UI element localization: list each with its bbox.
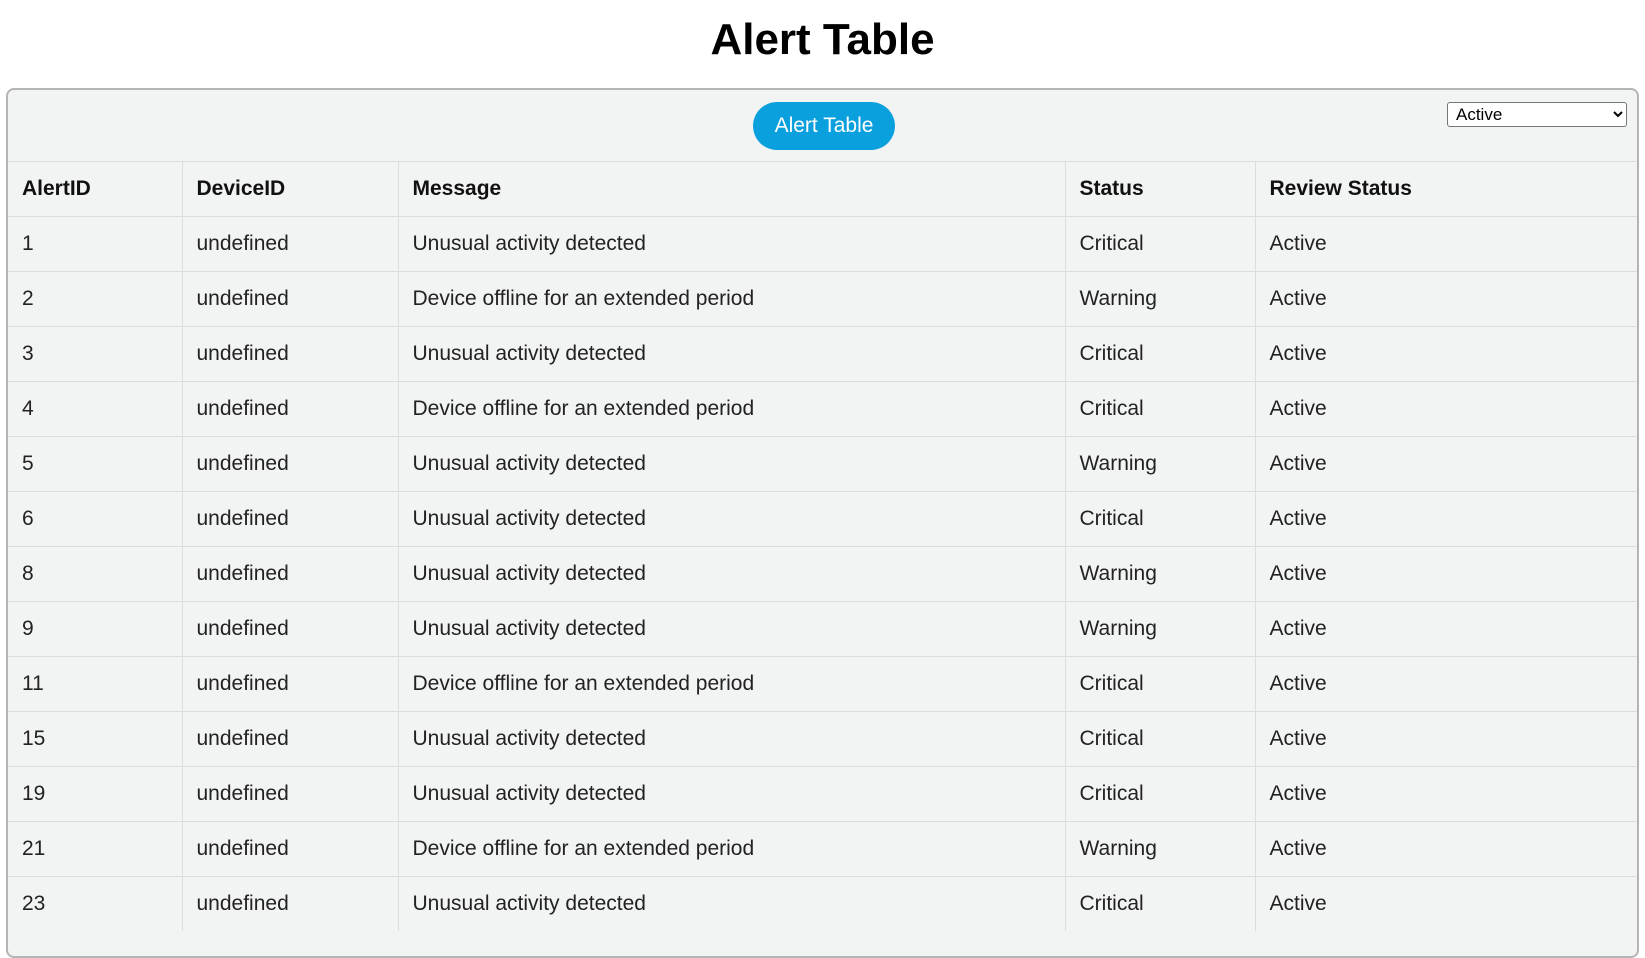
status-cell: Critical xyxy=(1065,491,1256,547)
alert-id-cell: 2 xyxy=(8,271,183,327)
status-cell: Critical xyxy=(1065,656,1256,712)
status-cell: Warning xyxy=(1065,601,1256,657)
alert-panel: Alert Table Active AlertID DeviceID Mess… xyxy=(6,88,1639,958)
review-status-cell: Active xyxy=(1255,436,1637,492)
table-row: 23 undefined Unusual activity detected Crit… xyxy=(8,876,1637,931)
review-status-cell: Active xyxy=(1255,821,1637,877)
alert-id-cell: 1 xyxy=(8,216,183,272)
status-cell: Critical xyxy=(1065,216,1256,272)
alert-id-cell: 5 xyxy=(8,436,183,492)
review-status-cell: Active xyxy=(1255,216,1637,272)
alert-id-cell: 11 xyxy=(8,656,183,712)
alert-id-cell: 21 xyxy=(8,821,183,877)
column-header-status: Status xyxy=(1065,161,1256,217)
message-cell: Device offline for an extended period xyxy=(398,821,1066,877)
table-row: 11 undefined Device offline for an extende… xyxy=(8,656,1637,712)
column-header-message: Message xyxy=(398,161,1066,217)
page-title: Alert Table xyxy=(710,15,935,64)
review-status-cell: Active xyxy=(1255,271,1637,327)
review-status-cell: Active xyxy=(1255,876,1637,931)
alert-id-cell: 8 xyxy=(8,546,183,602)
table-row: 15 undefined Unusual activity detected Crit… xyxy=(8,711,1637,767)
message-cell: Unusual activity detected xyxy=(398,601,1066,657)
device-id-cell: undefined xyxy=(182,601,399,657)
review-status-cell: Active xyxy=(1255,326,1637,382)
message-cell: Unusual activity detected xyxy=(398,326,1066,382)
status-cell: Critical xyxy=(1065,711,1256,767)
toolbar: Alert Table Active xyxy=(8,90,1637,161)
device-id-cell: undefined xyxy=(182,821,399,877)
status-cell: Critical xyxy=(1065,381,1256,437)
device-id-cell: undefined xyxy=(182,436,399,492)
alert-id-cell: 4 xyxy=(8,381,183,437)
table-row: 21 undefined Device offline for an extende… xyxy=(8,821,1637,877)
status-cell: Warning xyxy=(1065,546,1256,602)
alert-table-body: 1 undefined Unusual activity detected Criti… xyxy=(8,216,1637,931)
status-cell: Warning xyxy=(1065,436,1256,492)
alert-id-cell: 9 xyxy=(8,601,183,657)
alert-id-cell: 23 xyxy=(8,876,183,931)
device-id-cell: undefined xyxy=(182,766,399,822)
alert-id-cell: 19 xyxy=(8,766,183,822)
status-cell: Warning xyxy=(1065,271,1256,327)
device-id-cell: undefined xyxy=(182,656,399,712)
column-header-review-status: Review Status xyxy=(1255,161,1637,217)
table-row: 5 undefined Unusual activity detected Warni… xyxy=(8,436,1637,492)
device-id-cell: undefined xyxy=(182,326,399,382)
table-header-row: AlertID DeviceID Message Status Review S… xyxy=(8,161,1637,217)
table-row: 8 undefined Unusual activity detected Warni… xyxy=(8,546,1637,602)
device-id-cell: undefined xyxy=(182,271,399,327)
device-id-cell: undefined xyxy=(182,216,399,272)
table-row: 3 undefined Unusual activity detected Criti… xyxy=(8,326,1637,382)
review-status-cell: Active xyxy=(1255,546,1637,602)
column-header-alertid: AlertID xyxy=(8,161,183,217)
message-cell: Unusual activity detected xyxy=(398,876,1066,931)
device-id-cell: undefined xyxy=(182,711,399,767)
status-cell: Critical xyxy=(1065,766,1256,822)
message-cell: Unusual activity detected xyxy=(398,491,1066,547)
alert-id-cell: 15 xyxy=(8,711,183,767)
column-header-deviceid: DeviceID xyxy=(182,161,399,217)
message-cell: Device offline for an extended period xyxy=(398,271,1066,327)
device-id-cell: undefined xyxy=(182,546,399,602)
table-row: 1 undefined Unusual activity detected Criti… xyxy=(8,216,1637,272)
message-cell: Unusual activity detected xyxy=(398,436,1066,492)
status-cell: Warning xyxy=(1065,821,1256,877)
message-cell: Unusual activity detected xyxy=(398,711,1066,767)
status-cell: Critical xyxy=(1065,326,1256,382)
message-cell: Unusual activity detected xyxy=(398,216,1066,272)
review-status-cell: Active xyxy=(1255,381,1637,437)
alert-table-button[interactable]: Alert Table xyxy=(753,102,895,150)
table-row: 9 undefined Unusual activity detected Warni… xyxy=(8,601,1637,657)
device-id-cell: undefined xyxy=(182,491,399,547)
alert-id-cell: 6 xyxy=(8,491,183,547)
review-status-cell: Active xyxy=(1255,491,1637,547)
device-id-cell: undefined xyxy=(182,381,399,437)
review-status-filter-select[interactable]: Active xyxy=(1447,102,1627,127)
device-id-cell: undefined xyxy=(182,876,399,931)
message-cell: Device offline for an extended period xyxy=(398,381,1066,437)
review-status-cell: Active xyxy=(1255,601,1637,657)
alert-id-cell: 3 xyxy=(8,326,183,382)
review-status-cell: Active xyxy=(1255,711,1637,767)
review-status-cell: Active xyxy=(1255,766,1637,822)
table-row: 2 undefined Device offline for an extended… xyxy=(8,271,1637,327)
message-cell: Unusual activity detected xyxy=(398,766,1066,822)
table-row: 19 undefined Unusual activity detected Crit… xyxy=(8,766,1637,822)
status-cell: Critical xyxy=(1065,876,1256,931)
message-cell: Device offline for an extended period xyxy=(398,656,1066,712)
table-row: 4 undefined Device offline for an extended… xyxy=(8,381,1637,437)
table-row: 6 undefined Unusual activity detected Criti… xyxy=(8,491,1637,547)
alert-table: AlertID DeviceID Message Status Review S… xyxy=(8,161,1637,931)
message-cell: Unusual activity detected xyxy=(398,546,1066,602)
review-status-cell: Active xyxy=(1255,656,1637,712)
